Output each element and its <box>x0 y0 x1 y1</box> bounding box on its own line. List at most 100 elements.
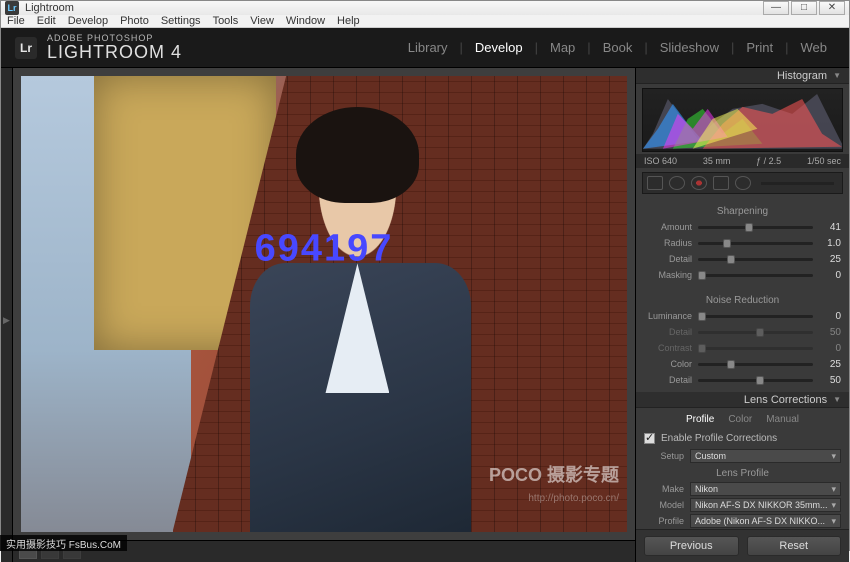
noise-slider[interactable] <box>698 363 813 366</box>
noise-row-luminance: Luminance0 <box>644 308 841 324</box>
lens-tab-manual[interactable]: Manual <box>766 414 799 425</box>
sharpening-slider[interactable] <box>698 274 813 277</box>
sharpening-value: 1.0 <box>819 238 841 249</box>
menu-view[interactable]: View <box>250 15 274 27</box>
app-icon: Lr <box>5 1 19 15</box>
noise-label: Contrast <box>644 343 692 353</box>
brush-tool[interactable] <box>735 176 751 190</box>
noise-row-contrast: Contrast 0 <box>644 340 841 356</box>
module-web[interactable]: Web <box>793 40 836 55</box>
noise-label: Color <box>644 359 692 369</box>
brand-name: LIGHTROOM 4 <box>47 43 182 61</box>
lens-tabs: Profile Color Manual <box>642 410 843 429</box>
module-picker: Library|Develop|Map|Book|Slideshow|Print… <box>400 40 835 55</box>
make-dropdown[interactable]: Nikon <box>690 482 841 496</box>
minimize-button[interactable]: — <box>763 1 789 15</box>
menu-settings[interactable]: Settings <box>161 15 201 27</box>
noise-title: Noise Reduction <box>644 295 841 306</box>
sharpening-label: Detail <box>644 254 692 264</box>
reset-button[interactable]: Reset <box>747 536 842 556</box>
menu-tools[interactable]: Tools <box>213 15 239 27</box>
focal-readout: 35 mm <box>703 156 731 166</box>
footer-badge: 实用摄影技巧 FsBus.CoM <box>1 535 127 551</box>
iso-readout: ISO 640 <box>644 156 677 166</box>
window-title: Lightroom <box>25 2 74 14</box>
enable-profile-label: Enable Profile Corrections <box>661 433 777 444</box>
make-label: Make <box>644 484 684 494</box>
noise-label: Detail <box>644 375 692 385</box>
sharpening-value: 0 <box>819 270 841 281</box>
menu-develop[interactable]: Develop <box>68 15 108 27</box>
model-label: Model <box>644 500 684 510</box>
sharpening-slider[interactable] <box>698 226 813 229</box>
module-book[interactable]: Book <box>595 40 641 55</box>
watermark: POCO 摄影专题 http://photo.poco.cn/ <box>489 466 619 506</box>
noise-value: 50 <box>819 327 841 338</box>
shutter-readout: 1/50 sec <box>807 156 841 166</box>
module-library[interactable]: Library <box>400 40 456 55</box>
sharpening-value: 41 <box>819 222 841 233</box>
image-canvas[interactable]: 694197 POCO 摄影专题 http://photo.poco.cn/ <box>21 76 627 532</box>
spot-tool[interactable] <box>669 176 685 190</box>
menubar: File Edit Develop Photo Settings Tools View Win… <box>1 15 849 28</box>
menu-help[interactable]: Help <box>337 15 360 27</box>
module-print[interactable]: Print <box>738 40 781 55</box>
profile-dropdown[interactable]: Adobe (Nikon AF-S DX NIKKO... <box>690 514 841 528</box>
crop-tool[interactable] <box>647 176 663 190</box>
setup-dropdown[interactable]: Custom <box>690 449 841 463</box>
noise-row-detail: Detail 50 <box>644 372 841 388</box>
noise-value: 50 <box>819 375 841 386</box>
lens-profile-header: Lens Profile <box>636 468 849 479</box>
noise-value: 0 <box>819 343 841 354</box>
redeye-tool[interactable] <box>691 176 707 190</box>
noise-slider[interactable] <box>698 379 813 382</box>
sharpening-row-radius: Radius 1.0 <box>644 235 841 251</box>
noise-section: Noise Reduction Luminance0Detail50Contra… <box>636 287 849 392</box>
menu-photo[interactable]: Photo <box>120 15 149 27</box>
sharpening-label: Amount <box>644 222 692 232</box>
lens-tab-profile[interactable]: Profile <box>686 414 714 425</box>
maximize-button[interactable]: □ <box>791 1 817 15</box>
photo-preview <box>21 76 627 532</box>
lens-corrections-header[interactable]: Lens Corrections <box>636 392 849 408</box>
enable-profile-checkbox[interactable] <box>644 433 655 444</box>
grad-filter-tool[interactable] <box>713 176 729 190</box>
menu-window[interactable]: Window <box>286 15 325 27</box>
sharpening-row-detail: Detail25 <box>644 251 841 267</box>
noise-slider[interactable] <box>698 331 813 334</box>
sharpening-row-masking: Masking 0 <box>644 267 841 283</box>
previous-button[interactable]: Previous <box>644 536 739 556</box>
noise-value: 25 <box>819 359 841 370</box>
close-button[interactable]: ✕ <box>819 1 845 15</box>
module-develop[interactable]: Develop <box>467 40 531 55</box>
sharpening-label: Radius <box>644 238 692 248</box>
noise-row-color: Color 25 <box>644 356 841 372</box>
model-dropdown[interactable]: Nikon AF-S DX NIKKOR 35mm... <box>690 498 841 512</box>
module-map[interactable]: Map <box>542 40 583 55</box>
left-panel-handle[interactable] <box>1 68 13 562</box>
sharpening-slider[interactable] <box>698 258 813 261</box>
setup-label: Setup <box>644 451 684 461</box>
module-slideshow[interactable]: Slideshow <box>652 40 727 55</box>
noise-label: Luminance <box>644 311 692 321</box>
aperture-readout: ƒ / 2.5 <box>756 156 781 166</box>
titlebar: Lr Lightroom — □ ✕ <box>1 1 849 15</box>
sharpening-row-amount: Amount 41 <box>644 219 841 235</box>
menu-edit[interactable]: Edit <box>37 15 56 27</box>
sharpening-section: Sharpening Amount41Radius1.0Detail25Mask… <box>636 198 849 287</box>
bottom-buttons: Previous Reset <box>636 529 849 562</box>
histogram[interactable] <box>642 88 843 152</box>
menu-file[interactable]: File <box>7 15 25 27</box>
app-header: Lr ADOBE PHOTOSHOP LIGHTROOM 4 Library|D… <box>1 28 849 68</box>
noise-slider[interactable] <box>698 315 813 318</box>
sharpening-slider[interactable] <box>698 242 813 245</box>
sharpening-label: Masking <box>644 270 692 280</box>
camera-info: ISO 640 35 mm ƒ / 2.5 1/50 sec <box>636 154 849 168</box>
lens-tab-color[interactable]: Color <box>728 414 752 425</box>
sharpening-title: Sharpening <box>644 206 841 217</box>
noise-slider[interactable] <box>698 347 813 350</box>
logo-icon: Lr <box>15 37 37 59</box>
tool-slider[interactable] <box>761 182 834 185</box>
profile-label: Profile <box>644 516 684 526</box>
histogram-header[interactable]: Histogram <box>636 68 849 84</box>
